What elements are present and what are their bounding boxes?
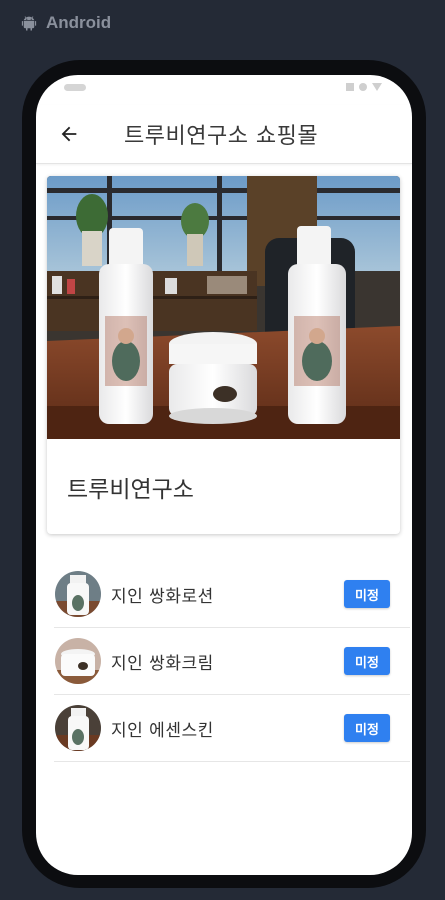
product-name: 지인 쌍화로션 (111, 586, 214, 607)
battery-icon (372, 83, 382, 91)
list-item[interactable]: 지인 쌍화크림 미정 (54, 628, 410, 695)
product-name: 지인 쌍화크림 (111, 653, 214, 674)
status-badge[interactable]: 미정 (344, 714, 390, 742)
list-item[interactable]: 지인 에센스킨 미정 (54, 695, 410, 762)
wifi-icon (346, 83, 354, 91)
store-card[interactable]: 트루비연구소 (47, 176, 400, 534)
cream-thumbnail (55, 638, 101, 684)
phone-screen: 트루비연구소 쇼핑몰 트루비연구소 지인 쌍화로션 미정 지인 쌍화크림 미정 … (36, 75, 412, 875)
status-icons (346, 83, 382, 91)
status-badge[interactable]: 미정 (344, 647, 390, 675)
list-item[interactable]: 지인 쌍화로션 미정 (54, 561, 410, 628)
status-notch (64, 84, 86, 91)
arrow-left-icon (61, 126, 77, 142)
lotion-thumbnail (55, 571, 101, 617)
essence-thumbnail (55, 705, 101, 751)
status-badge[interactable]: 미정 (344, 580, 390, 608)
store-name: 트루비연구소 (67, 477, 194, 503)
page-title: 트루비연구소 쇼핑몰 (124, 124, 319, 149)
platform-label: Android (20, 13, 111, 33)
store-product-photo (47, 176, 400, 439)
product-name: 지인 에센스킨 (111, 720, 214, 741)
app-bar: 트루비연구소 쇼핑몰 (36, 105, 412, 164)
signal-icon (359, 83, 367, 91)
back-button[interactable] (56, 121, 82, 147)
status-bar (36, 75, 412, 105)
platform-name: Android (46, 13, 112, 32)
android-icon (21, 16, 37, 31)
product-list: 지인 쌍화로션 미정 지인 쌍화크림 미정 지인 에센스킨 미정 (54, 561, 410, 762)
